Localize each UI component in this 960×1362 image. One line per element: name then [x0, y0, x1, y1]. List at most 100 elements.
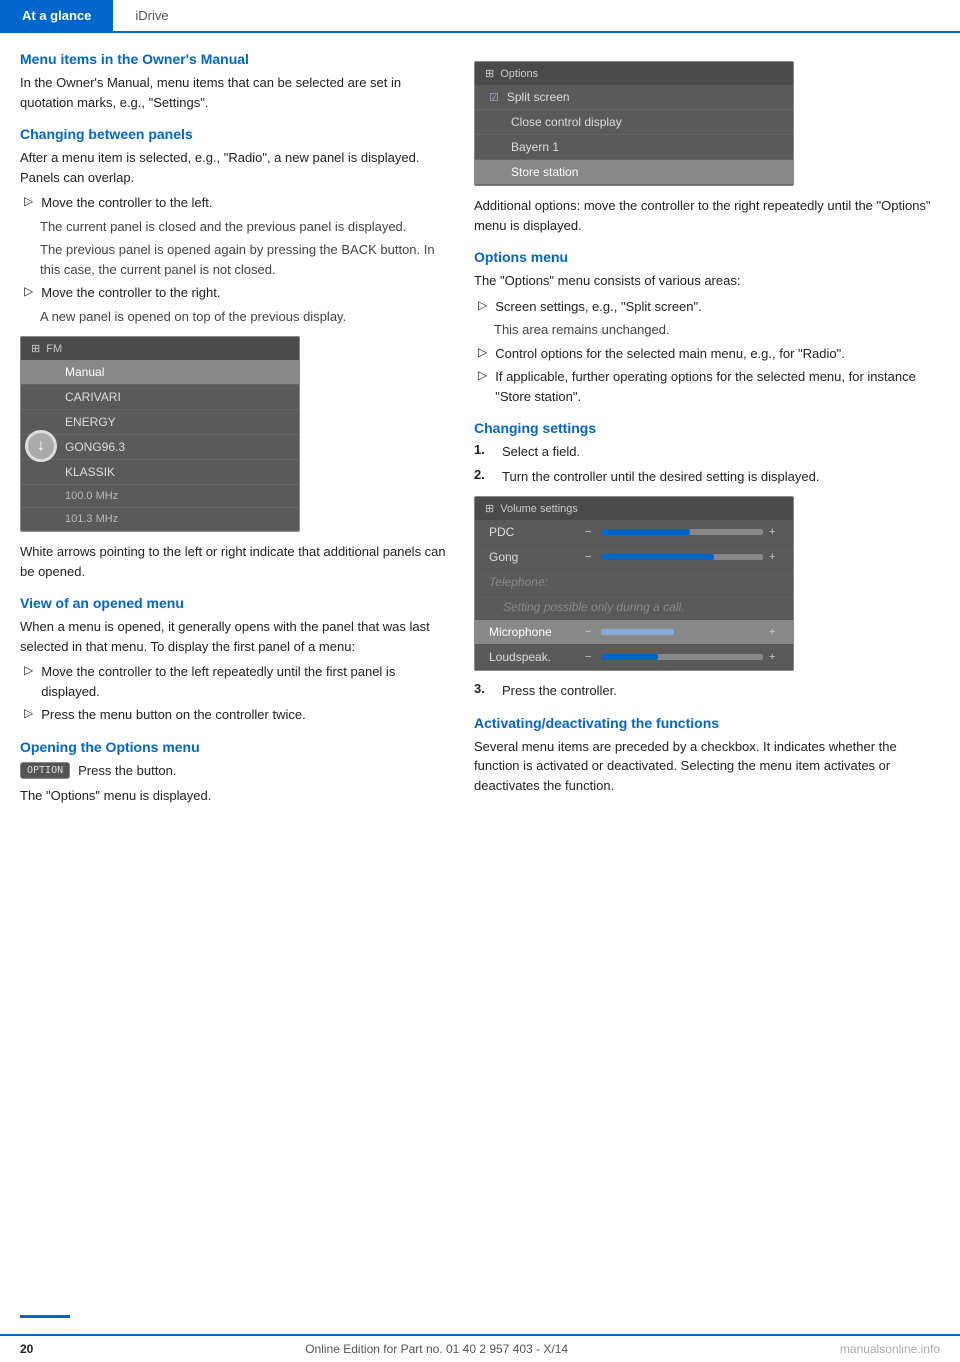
option-button-img: OPTION [20, 762, 70, 779]
left-column: Menu items in the Owner's Manual In the … [20, 51, 450, 812]
activate-section-title: Activating/deactivating the functions [474, 715, 940, 731]
gong-label: Gong [489, 550, 579, 564]
header-tabs: At a glance iDrive [0, 0, 960, 33]
right-column: ⊞ Options ☑ Split screen Close control d… [474, 51, 940, 812]
options-item-bayern: Bayern 1 [475, 135, 793, 160]
options-bayern-label: Bayern 1 [511, 140, 559, 154]
volume-row-pdc: PDC − + [475, 520, 793, 545]
opt-bullet-2: ▷ Control options for the selected main … [474, 344, 940, 364]
bullet-right: ▷ Move the controller to the right. [20, 283, 450, 303]
mic-bar [601, 629, 763, 635]
bullet-arrow-3: ▷ [24, 663, 33, 701]
settings-step-1: 1. Select a field. [474, 442, 940, 462]
loud-minus: − [585, 651, 595, 663]
bullet-arrow-2: ▷ [24, 284, 33, 303]
bullet-arrow-4: ▷ [24, 706, 33, 725]
sub-text-1a: The current panel is closed and the prev… [40, 217, 450, 237]
loud-plus: + [769, 651, 779, 663]
settings-section-title: Changing settings [474, 420, 940, 436]
fm-header: ⊞ FM [21, 337, 299, 360]
section-opened-menu-title: View of an opened menu [20, 595, 450, 611]
options-item-split: ☑ Split screen [475, 85, 793, 110]
opt-bullet-1: ▷ Screen settings, e.g., "Split screen". [474, 297, 940, 317]
bullet-menu-button: ▷ Press the menu button on the controlle… [20, 705, 450, 725]
fm-screenshot: ⊞ FM ↓ Manual CARIVARI ENERGY GONG96.3 K… [20, 336, 300, 532]
volume-screenshot: ⊞ Volume settings PDC − + Gong − + [474, 496, 794, 671]
fm-item-klassik: KLASSIK [21, 460, 299, 485]
pdc-minus: − [585, 526, 595, 538]
caption-options-text: Additional options: move the controller … [474, 196, 940, 235]
step-1-num: 1. [474, 442, 492, 462]
footer-watermark: manualsonline.info [840, 1342, 940, 1356]
fm-rows: ↓ Manual CARIVARI ENERGY GONG96.3 KLASSI… [21, 360, 299, 531]
page-number: 20 [20, 1342, 33, 1356]
opt-bullet-3: ▷ If applicable, further operating optio… [474, 367, 940, 406]
sub-text-1b: The previous panel is opened again by pr… [40, 240, 450, 279]
options-store-label: Store station [511, 165, 578, 179]
main-content: Menu items in the Owner's Manual In the … [0, 33, 960, 812]
pdc-fill [601, 529, 690, 535]
mic-minus: − [585, 626, 595, 638]
fm-item-100mhz: 100.0 MHz [21, 485, 299, 508]
section-options-menu-title: Opening the Options menu [20, 739, 450, 755]
fm-item-manual: Manual [21, 360, 299, 385]
caption-arrows: White arrows pointing to the left or rig… [20, 542, 450, 581]
opt-arrow-2: ▷ [478, 345, 487, 364]
opt-sub-1: This area remains unchanged. [494, 320, 940, 340]
pdc-bar [601, 529, 763, 535]
volume-row-telephone: Telephone: [475, 570, 793, 595]
mic-plus: + [769, 626, 779, 638]
section-changing-panels-title: Changing between panels [20, 126, 450, 142]
gong-fill [601, 554, 714, 560]
footer-text: Online Edition for Part no. 01 40 2 957 … [305, 1342, 568, 1356]
step-3-num: 3. [474, 681, 492, 701]
bullet-right-text: Move the controller to the right. [41, 283, 220, 303]
bullet-arrow-1: ▷ [24, 194, 33, 213]
fm-label: FM [46, 343, 62, 355]
telephone-label: Telephone: [489, 575, 579, 589]
step-2-num: 2. [474, 467, 492, 487]
pdc-label: PDC [489, 525, 579, 539]
options-screenshot: ⊞ Options ☑ Split screen Close control d… [474, 61, 794, 186]
gong-bar [601, 554, 763, 560]
options-menu-section-title: Options menu [474, 249, 940, 265]
option-press-row: OPTION Press the button. [20, 761, 450, 781]
activate-body: Several menu items are preceded by a che… [474, 737, 940, 796]
volume-label: Volume settings [500, 503, 578, 515]
mic-fill [601, 629, 674, 635]
options-header: ⊞ Options [475, 62, 793, 85]
microphone-label: Microphone [489, 625, 579, 639]
step-1-text: Select a field. [502, 442, 580, 462]
volume-header: ⊞ Volume settings [475, 497, 793, 520]
bullet-left-repeat: ▷ Move the controller to the left repeat… [20, 662, 450, 701]
step-2-text: Turn the controller until the desired se… [502, 467, 819, 487]
fm-item-carivari: CARIVARI [21, 385, 299, 410]
volume-row-gong: Gong − + [475, 545, 793, 570]
bullet-left-text: Move the controller to the left. [41, 193, 212, 213]
settings-step-3: 3. Press the controller. [474, 681, 940, 701]
fm-item-energy: ENERGY [21, 410, 299, 435]
fm-item-101mhz: 101.3 MHz [21, 508, 299, 531]
volume-row-loudspeak: Loudspeak. − + [475, 645, 793, 670]
volume-row-microphone: Microphone − + [475, 620, 793, 645]
option-press-text: Press the button. [78, 761, 176, 781]
tab-at-a-glance[interactable]: At a glance [0, 0, 113, 31]
section-changing-panels-body: After a menu item is selected, e.g., "Ra… [20, 148, 450, 187]
settings-step-2: 2. Turn the controller until the desired… [474, 467, 940, 487]
tab-idrive[interactable]: iDrive [113, 0, 190, 31]
sub-text-2a: A new panel is opened on top of the prev… [40, 307, 450, 327]
fm-item-gong: GONG96.3 [21, 435, 299, 460]
options-check-icon: ☑ [489, 91, 499, 104]
loud-bar [601, 654, 763, 660]
loudspeak-label: Loudspeak. [489, 650, 579, 664]
options-label: Options [500, 68, 538, 80]
options-icon: ⊞ [485, 67, 494, 80]
section-menu-items-body: In the Owner's Manual, menu items that c… [20, 73, 450, 112]
gong-plus: + [769, 551, 779, 563]
section-opened-menu-body: When a menu is opened, it generally open… [20, 617, 450, 656]
opt-bullet-1-text: Screen settings, e.g., "Split screen". [495, 297, 702, 317]
volume-icon: ⊞ [485, 502, 494, 515]
setting-note: Setting possible only during a call. [503, 600, 684, 614]
step-3-text: Press the controller. [502, 681, 617, 701]
options-split-label: Split screen [507, 90, 570, 104]
